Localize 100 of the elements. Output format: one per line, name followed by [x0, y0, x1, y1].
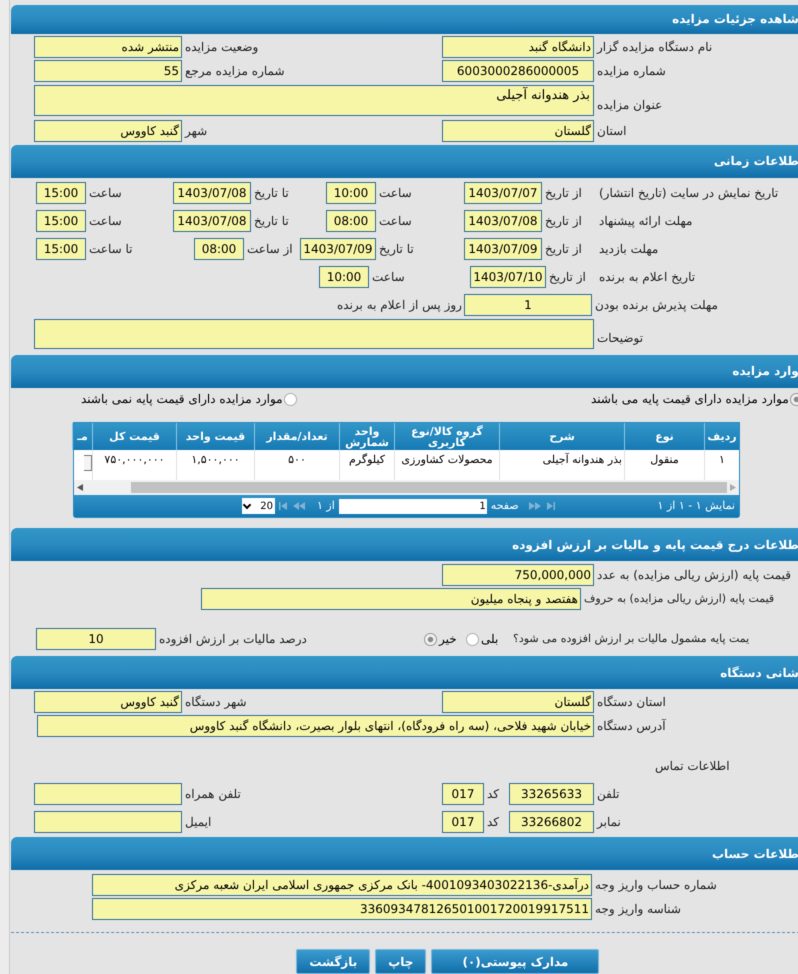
field-label: تا تاریخ: [253, 212, 289, 230]
input-field[interactable]: هفتصد و پنجاه میلیون: [201, 588, 581, 610]
input-field[interactable]: منتشر شده: [34, 36, 182, 58]
column-header: قیمت واحد: [176, 423, 254, 450]
column-header: واحد شمارش: [339, 423, 394, 450]
field-label: ایمیل: [184, 814, 212, 831]
field-label: قیمت پایه (ارزش ریالی مزایده) به حروف: [583, 590, 774, 607]
input-field[interactable]: 55: [34, 60, 182, 82]
input-field[interactable]: [34, 783, 182, 805]
next-last-page-icon[interactable]: [528, 502, 555, 510]
input-field[interactable]: 336093478126501001720019917511: [92, 898, 592, 920]
field-label: وضعیت مزایده: [184, 38, 258, 56]
field-label: درصد مالیات بر ارزش افزوده: [158, 631, 307, 648]
input-field[interactable]: [34, 811, 182, 833]
input-field[interactable]: 10:00: [326, 182, 376, 204]
horizontal-scrollbar[interactable]: [74, 480, 739, 495]
first-prev-page-icon[interactable]: [279, 502, 305, 510]
field-label: ساعت: [88, 212, 122, 230]
field-label: تلفن: [596, 786, 620, 803]
input-field[interactable]: 1403/07/08: [173, 182, 251, 204]
field-label: از تاریخ: [544, 184, 582, 202]
radio-button[interactable]: [424, 632, 437, 646]
field-label: تا تاریخ: [378, 240, 414, 258]
action-button[interactable]: مدارک پیوستی(۰): [431, 949, 600, 974]
field-label: تا ساعت: [88, 240, 132, 258]
field-label: استان: [596, 122, 626, 140]
action-button[interactable]: بازگشت: [296, 949, 370, 974]
field-label: شماره مزایده مرجع: [184, 62, 285, 80]
row-action-button[interactable]: [84, 455, 92, 471]
scroll-left-icon[interactable]: [77, 484, 83, 491]
input-field[interactable]: 08:00: [326, 210, 376, 232]
input-field[interactable]: 017: [442, 811, 484, 833]
field-label: از تاریخ: [544, 240, 582, 258]
input-field[interactable]: 1403/07/09: [464, 238, 542, 260]
input-field[interactable]: خیابان شهید فلاحی، (سه راه فرودگاه)، انتهای بلوار بصیرت، دانشگاه گنبد کاووس: [37, 715, 594, 737]
section-label: اطلاعات تماس: [654, 758, 730, 775]
section-header: وارد مزایده: [11, 354, 798, 388]
input-field[interactable]: 750,000,000: [442, 564, 594, 586]
field-label: ساعت: [378, 184, 412, 202]
field-label: کد: [486, 786, 500, 803]
field-label: تاریخ اعلام به برنده: [598, 268, 696, 286]
input-field[interactable]: گلستان: [442, 691, 594, 713]
field-label: شماره مزایده: [596, 62, 666, 80]
input-field[interactable]: 10:00: [319, 266, 369, 288]
pager-summary: نمایش ۱ - ۱ از ۱: [658, 498, 735, 514]
field-label: ساعت: [371, 268, 405, 286]
input-field[interactable]: گلستان: [442, 120, 594, 142]
input-field[interactable]: 1403/07/07: [464, 182, 542, 204]
field-label: از تاریخ: [544, 212, 582, 230]
input-field[interactable]: 1403/07/09: [300, 238, 376, 260]
radio-button[interactable]: [466, 632, 479, 646]
input-field[interactable]: 15:00: [36, 238, 86, 260]
column-header: شرح: [499, 423, 624, 450]
field-label: تلفن همراه: [184, 786, 241, 803]
scroll-right-icon[interactable]: [730, 484, 736, 491]
field-label: ساعت: [378, 212, 412, 230]
radio-button[interactable]: [284, 392, 297, 406]
radio-label: موارد مزایده دارای قیمت پایه نمی باشند: [81, 391, 283, 408]
section-header: شاهده جزئیات مزایده: [11, 5, 798, 34]
notes-field[interactable]: [34, 318, 594, 349]
input-field[interactable]: 1403/07/08: [464, 210, 542, 232]
action-button[interactable]: چاپ: [375, 949, 426, 974]
field-label: آدرس دستگاه: [596, 718, 666, 735]
field-label: مهلت ارائه پیشنهاد: [598, 212, 692, 230]
page-label: صفحه: [490, 498, 519, 514]
input-field[interactable]: 017: [442, 783, 484, 805]
field-label: شهر دستگاه: [184, 694, 247, 711]
input-field[interactable]: 10: [36, 628, 156, 650]
field-label: شناسه واریز وجه: [594, 901, 681, 918]
page-size-select[interactable]: 20: [242, 498, 275, 514]
input-field[interactable]: گنبد کاووس: [34, 691, 182, 713]
input-field[interactable]: درآمدی-4001093403022136- بانک مرکزی جمهوری اسلامی ایران شعبه مرکزی: [92, 874, 592, 896]
column-header: تعداد/مقدار: [254, 423, 339, 450]
input-field[interactable]: 08:00: [194, 238, 244, 260]
column-header: ردیف: [704, 423, 739, 450]
section-header: شانی دستگاه: [11, 656, 798, 689]
column-header: نوع: [624, 423, 704, 450]
column-header: قیمت کل: [92, 423, 176, 450]
page-field[interactable]: 1: [338, 498, 487, 514]
input-field[interactable]: گنبد کاووس: [34, 120, 182, 142]
field-label: تاریخ نمایش در سایت (تاریخ انتشار): [598, 184, 778, 202]
field-label: شماره حساب واریز وجه: [594, 877, 717, 894]
field-label: شهر: [184, 122, 208, 140]
input-field[interactable]: 15:00: [36, 210, 86, 232]
field-label: ساعت: [88, 184, 122, 202]
input-field[interactable]: 6003000286000005: [442, 60, 594, 82]
title-field[interactable]: بذر هندوانه آجیلی: [34, 84, 594, 116]
input-field[interactable]: 33265633: [509, 783, 594, 805]
input-field[interactable]: 1403/07/10: [470, 266, 546, 288]
input-field[interactable]: 1: [464, 294, 592, 316]
column-header: گروه کالا/نوع کاربری: [394, 423, 499, 450]
field-label: کد: [486, 814, 500, 831]
section-header: طلاعات حساب: [11, 837, 798, 870]
field-label: از ساعت: [246, 240, 293, 258]
input-field[interactable]: 33266802: [509, 811, 594, 833]
column-header: مـ: [72, 423, 92, 450]
input-field[interactable]: 1403/07/08: [173, 210, 251, 232]
input-field[interactable]: دانشگاه گنبد: [442, 36, 594, 58]
input-field[interactable]: 15:00: [36, 182, 86, 204]
field-label: از تاریخ: [548, 268, 586, 286]
